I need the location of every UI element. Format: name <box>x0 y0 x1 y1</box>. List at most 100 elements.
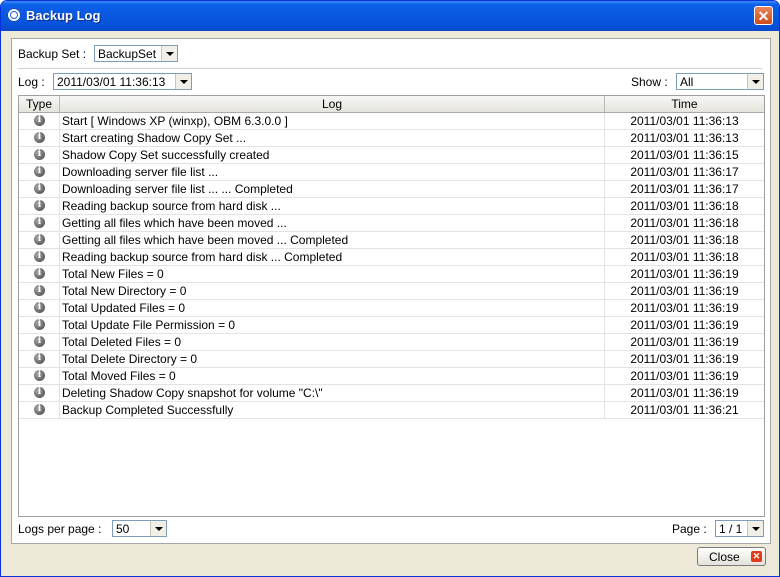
backup-set-value: BackupSet <box>98 47 157 61</box>
info-icon: i <box>34 336 45 347</box>
type-cell: i <box>19 164 60 180</box>
table-row[interactable]: i Getting all files which have been moved… <box>19 232 764 249</box>
type-cell: i <box>19 130 60 146</box>
backup-set-label: Backup Set : <box>18 47 87 61</box>
table-row[interactable]: i Backup Completed Successfully 2011/03/01… <box>19 402 764 419</box>
table-row[interactable]: i Getting all files which have been moved… <box>19 215 764 232</box>
type-cell: i <box>19 334 60 350</box>
table-row[interactable]: i Total Moved Files = 0 2011/03/01 11:36:1… <box>19 368 764 385</box>
table-row[interactable]: i Downloading server file list ... ... Co… <box>19 181 764 198</box>
time-cell: 2011/03/01 11:36:19 <box>630 267 739 281</box>
type-cell: i <box>19 181 60 197</box>
log-cell: Deleting Shadow Copy snapshot for volume… <box>60 385 605 401</box>
time-cell: 2011/03/01 11:36:19 <box>630 335 739 349</box>
app-logo-icon <box>7 8 21 22</box>
log-cell: Shadow Copy Set successfully created <box>60 147 605 163</box>
log-cell: Getting all files which have been moved … <box>60 232 605 248</box>
page-label: Page : <box>672 522 707 536</box>
table-row[interactable]: i Shadow Copy Set successfully created 201… <box>19 147 764 164</box>
show-filter-value: All <box>680 75 694 89</box>
chevron-down-icon <box>747 521 763 536</box>
table-row[interactable]: i Total New Files = 0 2011/03/01 11:36:19 <box>19 266 764 283</box>
log-cell: Downloading server file list ... <box>60 164 605 180</box>
log-cell: Total Update File Permission = 0 <box>60 317 605 333</box>
log-cell: Total Moved Files = 0 <box>60 368 605 384</box>
info-icon: i <box>34 149 45 160</box>
table-header: Type Log Time <box>19 96 764 113</box>
table-row[interactable]: i Start [ Windows XP (winxp), OBM 6.3.0.0… <box>19 113 764 130</box>
logs-per-page-dropdown[interactable]: 50 <box>112 520 167 537</box>
time-cell: 2011/03/01 11:36:19 <box>630 318 739 332</box>
type-cell: i <box>19 402 60 418</box>
show-filter-dropdown[interactable]: All <box>676 73 764 90</box>
time-cell: 2011/03/01 11:36:19 <box>630 386 739 400</box>
type-cell: i <box>19 198 60 214</box>
window-title: Backup Log <box>26 8 101 23</box>
log-cell: Reading backup source from hard disk ... <box>60 198 605 214</box>
log-cell: Downloading server file list ... ... Com… <box>60 181 605 197</box>
table-row[interactable]: i Total Updated Files = 0 2011/03/01 11:36… <box>19 300 764 317</box>
type-cell: i <box>19 215 60 231</box>
type-cell: i <box>19 368 60 384</box>
close-button-label: Close <box>709 550 740 564</box>
time-cell: 2011/03/01 11:36:13 <box>630 131 739 145</box>
log-cell: Total Updated Files = 0 <box>60 300 605 316</box>
table-row[interactable]: i Start creating Shadow Copy Set ... 2011/… <box>19 130 764 147</box>
close-button[interactable]: Close ✕ <box>697 547 766 566</box>
table-row[interactable]: i Downloading server file list ... 2011/03… <box>19 164 764 181</box>
type-cell: i <box>19 147 60 163</box>
column-header-log[interactable]: Log <box>60 96 605 112</box>
time-cell: 2011/03/01 11:36:17 <box>630 182 739 196</box>
table-body: i Start [ Windows XP (winxp), OBM 6.3.0.0… <box>19 113 764 419</box>
info-icon: i <box>34 353 45 364</box>
log-cell: Total New Files = 0 <box>60 266 605 282</box>
time-cell: 2011/03/01 11:36:18 <box>630 250 739 264</box>
log-panel: Backup Set : BackupSet Log : 2011/03/01 … <box>11 38 771 544</box>
info-icon: i <box>34 251 45 262</box>
divider <box>18 68 762 69</box>
type-cell: i <box>19 351 60 367</box>
title-bar[interactable]: Backup Log ✕ <box>1 1 779 31</box>
info-icon: i <box>34 166 45 177</box>
info-icon: i <box>34 217 45 228</box>
table-row[interactable]: i Reading backup source from hard disk ..… <box>19 198 764 215</box>
column-header-time[interactable]: Time <box>605 96 764 112</box>
time-cell: 2011/03/01 11:36:15 <box>630 148 739 162</box>
type-cell: i <box>19 283 60 299</box>
chevron-down-icon <box>747 74 763 89</box>
page-dropdown[interactable]: 1 / 1 <box>715 520 764 537</box>
time-cell: 2011/03/01 11:36:18 <box>630 199 739 213</box>
table-row[interactable]: i Total Update File Permission = 0 2011/03… <box>19 317 764 334</box>
info-icon: i <box>34 132 45 143</box>
info-icon: i <box>34 183 45 194</box>
log-cell: Start [ Windows XP (winxp), OBM 6.3.0.0 … <box>60 113 605 129</box>
info-icon: i <box>34 234 45 245</box>
page-value: 1 / 1 <box>719 522 743 536</box>
time-cell: 2011/03/01 11:36:19 <box>630 301 739 315</box>
table-row[interactable]: i Total Deleted Files = 0 2011/03/01 11:36… <box>19 334 764 351</box>
table-row[interactable]: i Reading backup source from hard disk ..… <box>19 249 764 266</box>
type-cell: i <box>19 266 60 282</box>
time-cell: 2011/03/01 11:36:18 <box>630 216 739 230</box>
chevron-down-icon <box>175 74 191 89</box>
info-icon: i <box>34 302 45 313</box>
info-icon: i <box>34 370 45 381</box>
log-cell: Backup Completed Successfully <box>60 402 605 418</box>
type-cell: i <box>19 232 60 248</box>
table-row[interactable]: i Total New Directory = 0 2011/03/01 11:36… <box>19 283 764 300</box>
backup-set-dropdown[interactable]: BackupSet <box>94 45 178 62</box>
chevron-down-icon <box>161 46 177 61</box>
time-cell: 2011/03/01 11:36:19 <box>630 352 739 366</box>
time-cell: 2011/03/01 11:36:21 <box>630 403 739 417</box>
column-header-type[interactable]: Type <box>19 96 60 112</box>
window-close-button[interactable]: ✕ <box>754 6 773 25</box>
table-row[interactable]: i Total Delete Directory = 0 2011/03/01 11… <box>19 351 764 368</box>
log-cell: Reading backup source from hard disk ...… <box>60 249 605 265</box>
type-cell: i <box>19 300 60 316</box>
time-cell: 2011/03/01 11:36:13 <box>630 114 739 128</box>
table-row[interactable]: i Deleting Shadow Copy snapshot for volum… <box>19 385 764 402</box>
info-icon: i <box>34 268 45 279</box>
log-cell: Start creating Shadow Copy Set ... <box>60 130 605 146</box>
log-date-dropdown[interactable]: 2011/03/01 11:36:13 <box>53 73 192 90</box>
chevron-down-icon <box>150 521 166 536</box>
